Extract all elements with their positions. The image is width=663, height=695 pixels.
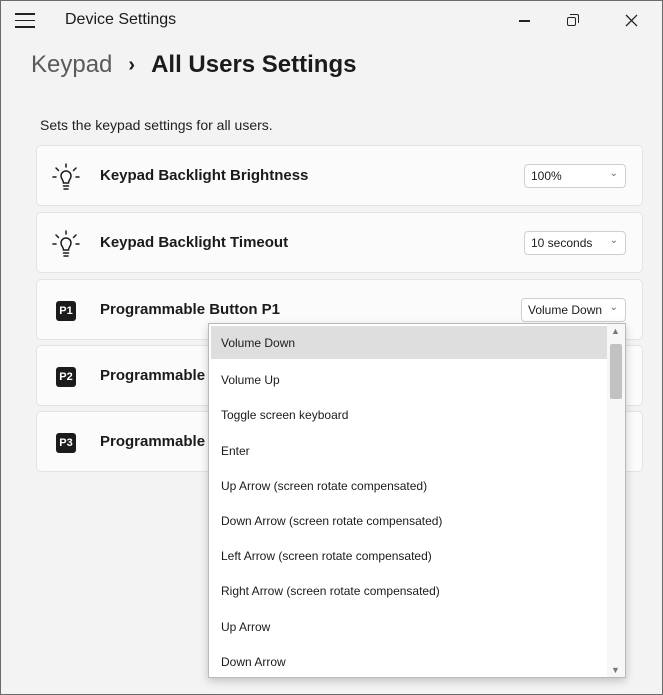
lightbulb-icon xyxy=(51,162,81,192)
setting-label: Keypad Backlight Timeout xyxy=(100,234,289,251)
setting-label: Programmable Button P1 xyxy=(100,301,281,318)
minimize-button[interactable] xyxy=(501,1,547,39)
dropdown-option[interactable]: Enter xyxy=(211,434,607,467)
select-value: 100% xyxy=(531,169,562,183)
restore-icon xyxy=(567,14,579,26)
button-p1-select[interactable]: Volume Down ⌄ xyxy=(521,298,626,322)
breadcrumb-separator: › xyxy=(128,53,136,76)
select-value: Volume Down xyxy=(528,303,603,317)
dropdown-option[interactable]: Right Arrow (screen rotate compensated) xyxy=(211,574,607,607)
dropdown-option[interactable]: Down Arrow xyxy=(211,645,607,677)
button-p1-dropdown-list: Volume Down Volume Up Toggle screen keyb… xyxy=(208,323,626,678)
dropdown-option[interactable]: Down Arrow (screen rotate compensated) xyxy=(211,504,607,537)
page-title: All Users Settings xyxy=(151,51,357,78)
brightness-select[interactable]: 100% ⌄ xyxy=(524,164,626,188)
title-bar: Device Settings xyxy=(1,1,662,41)
p2-badge-icon: P2 xyxy=(51,362,81,392)
window-title: Device Settings xyxy=(65,11,177,28)
dropdown-option[interactable]: Volume Down xyxy=(211,326,607,359)
dropdown-option[interactable]: Toggle screen keyboard xyxy=(211,398,607,431)
maximize-button[interactable] xyxy=(550,1,596,39)
breadcrumb-parent-keypad[interactable]: Keypad xyxy=(31,51,112,79)
setting-label: Programmable xyxy=(100,433,206,450)
dropdown-option[interactable]: Up Arrow xyxy=(211,610,607,643)
breadcrumb: Keypad › All Users Settings xyxy=(31,47,356,83)
setting-label: Programmable xyxy=(100,367,206,384)
scrollbar-thumb[interactable] xyxy=(610,344,622,399)
setting-card-backlight-timeout: Keypad Backlight Timeout 10 seconds ⌄ xyxy=(36,212,643,273)
dropdown-option[interactable]: Up Arrow (screen rotate compensated) xyxy=(211,469,607,502)
lightbulb-icon xyxy=(51,229,81,259)
chevron-down-icon: ⌄ xyxy=(609,168,618,179)
select-value: 10 seconds xyxy=(531,236,593,250)
chevron-down-icon: ⌄ xyxy=(609,302,618,313)
chevron-down-icon: ⌄ xyxy=(609,235,618,246)
close-icon xyxy=(625,14,637,26)
setting-card-backlight-brightness: Keypad Backlight Brightness 100% ⌄ xyxy=(36,145,643,206)
minimize-icon xyxy=(518,20,530,22)
page-description: Sets the keypad settings for all users. xyxy=(40,117,273,133)
scroll-down-icon[interactable]: ▼ xyxy=(611,665,620,675)
p1-badge-icon: P1 xyxy=(51,296,81,326)
p3-badge-icon: P3 xyxy=(51,428,81,458)
timeout-select[interactable]: 10 seconds ⌄ xyxy=(524,231,626,255)
hamburger-menu-icon[interactable] xyxy=(15,13,35,28)
scroll-up-icon[interactable]: ▲ xyxy=(611,326,620,336)
dropdown-option[interactable]: Left Arrow (screen rotate compensated) xyxy=(211,539,607,572)
dropdown-option[interactable]: Volume Up xyxy=(211,363,607,396)
device-settings-window: Device Settings Keypad › All Users Setti… xyxy=(0,0,663,695)
setting-label: Keypad Backlight Brightness xyxy=(100,167,309,184)
close-button[interactable] xyxy=(608,1,654,39)
dropdown-scrollbar[interactable]: ▲ ▼ xyxy=(607,324,625,677)
